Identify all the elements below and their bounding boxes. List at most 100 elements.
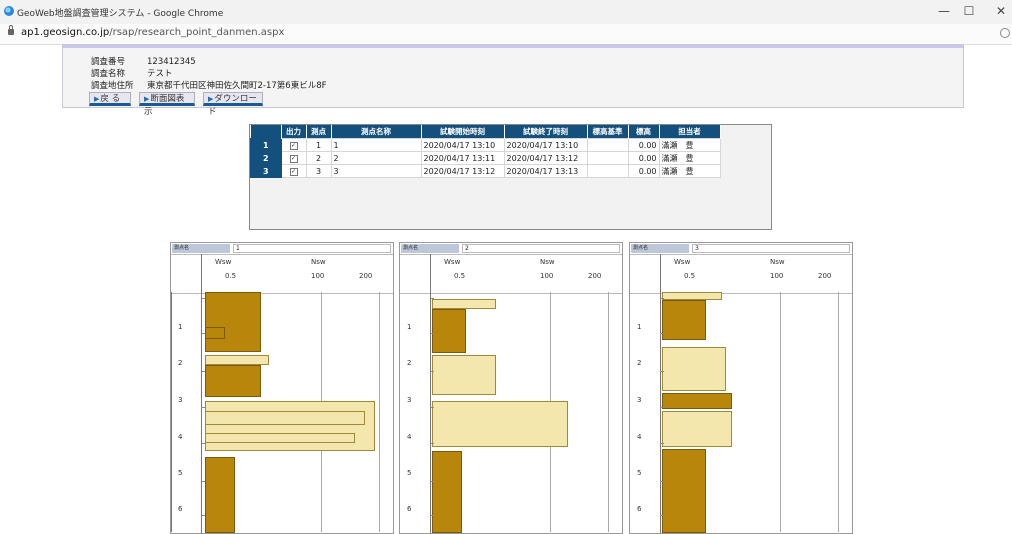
header-person: 担当者	[659, 125, 721, 139]
wsw-bar	[205, 365, 261, 397]
depth-label: 3	[178, 396, 183, 404]
grid-line	[608, 292, 609, 532]
depth-label: 5	[637, 469, 642, 477]
extension-icon[interactable]	[1000, 28, 1010, 38]
point-name-label: 測点名	[401, 244, 459, 253]
survey-number-row: 調査番号 123412345	[91, 55, 196, 67]
wsw-tick-label: 0.5	[225, 272, 237, 280]
survey-name-value: テスト	[147, 69, 173, 79]
minimize-button[interactable]: —	[933, 3, 955, 19]
address-bar[interactable]: ap1.geosign.co.jp/rsap/research_point_da…	[0, 24, 1012, 45]
point-name-field: 1	[233, 244, 391, 253]
table-row[interactable]: 3 ✓ 3 3 2020/04/17 13:12 2020/04/17 13:1…	[250, 164, 721, 178]
close-button[interactable]: ✕	[990, 3, 1012, 19]
check-icon: ✓	[289, 142, 298, 150]
depth-tick	[430, 407, 434, 408]
table-row[interactable]: 2 ✓ 2 2 2020/04/17 13:11 2020/04/17 13:1…	[250, 151, 721, 165]
arrow-icon: ▶	[144, 95, 150, 103]
nsw-label: Nsw	[311, 258, 326, 266]
elevation-cell: 0.00	[627, 138, 660, 152]
elevation-cell: 0.00	[627, 164, 660, 178]
depth-axis	[430, 254, 431, 533]
depth-tick	[201, 443, 205, 444]
nsw-tick-label-100: 100	[311, 272, 325, 280]
point-name-cell: 3	[330, 164, 422, 178]
panel-header: 測点名 1	[171, 243, 393, 254]
scale-header: Wsw 0.5 Nsw 100 200	[630, 254, 852, 294]
window-title: GeoWeb地盤調査管理システム - Google Chrome	[17, 9, 224, 19]
grid-line	[379, 292, 380, 532]
nsw-tick-label-200: 200	[818, 272, 832, 280]
check-icon: ✓	[289, 155, 298, 163]
nsw-bar	[432, 299, 496, 309]
output-checkbox[interactable]: ✓	[280, 138, 307, 152]
header-start-time: 試験開始時刻	[421, 125, 505, 139]
start-time-cell: 2020/04/17 13:11	[420, 151, 505, 165]
wsw-tick-label: 0.5	[684, 272, 696, 280]
download-button-label: ダウンロード	[208, 94, 257, 117]
panel-header: 測点名 2	[400, 243, 622, 254]
browser-titlebar: GeoWeb地盤調査管理システム - Google Chrome — ☐ ✕	[0, 0, 1012, 24]
depth-tick	[660, 443, 664, 444]
elev-base-cell	[586, 151, 629, 165]
person-cell: 滿瀬 豊	[658, 138, 721, 152]
scale-header: Wsw 0.5 Nsw 100 200	[171, 254, 393, 294]
arrow-icon: ▶	[208, 95, 214, 103]
end-time-cell: 2020/04/17 13:13	[503, 164, 588, 178]
depth-label: 2	[407, 359, 412, 367]
nsw-bar	[662, 347, 726, 391]
survey-number-label: 調査番号	[91, 57, 126, 67]
nsw-bar	[432, 355, 496, 395]
wsw-label: Wsw	[674, 258, 691, 266]
point-name-cell: 2	[330, 151, 422, 165]
output-checkbox[interactable]: ✓	[280, 164, 307, 178]
row-number: 2	[250, 151, 282, 165]
point-name-label: 測点名	[172, 244, 230, 253]
download-button[interactable]: ▶ダウンロード	[203, 92, 263, 117]
depth-tick	[430, 298, 434, 299]
depth-label: 2	[178, 359, 183, 367]
depth-label: 1	[637, 323, 642, 331]
depth-label: 5	[178, 469, 183, 477]
section-view-button[interactable]: ▶断面図表示	[139, 92, 195, 117]
depth-tick	[201, 298, 205, 299]
depth-tick	[660, 371, 664, 372]
depth-label: 1	[407, 323, 412, 331]
nsw-tick-label-200: 200	[359, 272, 373, 280]
person-cell: 滿瀬 豊	[658, 164, 721, 178]
depth-label: 6	[178, 505, 183, 513]
nsw-tick-label-200: 200	[588, 272, 602, 280]
header-end-time: 試験終了時刻	[504, 125, 588, 139]
depth-label: 1	[178, 323, 183, 331]
nsw-bar	[205, 401, 375, 451]
section-view-button-label: 断面図表示	[144, 94, 185, 117]
wsw-bar	[432, 309, 466, 353]
back-button[interactable]: ▶戻 る	[89, 92, 131, 106]
wsw-tick-label: 0.5	[454, 272, 466, 280]
survey-name-label: 調査名称	[91, 69, 126, 79]
nsw-tick-label-100: 100	[770, 272, 784, 280]
grid-line	[838, 292, 839, 532]
maximize-button[interactable]: ☐	[958, 3, 980, 19]
depth-tick	[660, 481, 664, 482]
depth-label: 3	[407, 396, 412, 404]
wsw-bar	[432, 451, 462, 533]
scale-header: Wsw 0.5 Nsw 100 200	[400, 254, 622, 294]
nsw-tick-label-100: 100	[540, 272, 554, 280]
header-rownum	[250, 125, 282, 139]
wsw-bar	[205, 457, 235, 533]
nsw-bar	[205, 433, 355, 443]
url-text[interactable]: ap1.geosign.co.jp/rsap/research_point_da…	[21, 27, 284, 38]
depth-tick	[660, 515, 664, 516]
table-row[interactable]: 1 ✓ 1 1 2020/04/17 13:10 2020/04/17 13:1…	[250, 138, 721, 152]
point-cell: 1	[305, 138, 332, 152]
wsw-label: Wsw	[444, 258, 461, 266]
row-number: 1	[250, 138, 282, 152]
point-name-cell: 1	[330, 138, 422, 152]
point-name-field: 2	[462, 244, 620, 253]
output-checkbox[interactable]: ✓	[280, 151, 307, 165]
header-elev-base: 標高基準	[587, 125, 629, 139]
wsw-bar	[662, 300, 706, 340]
nsw-label: Nsw	[770, 258, 785, 266]
wsw-bar	[205, 327, 225, 339]
